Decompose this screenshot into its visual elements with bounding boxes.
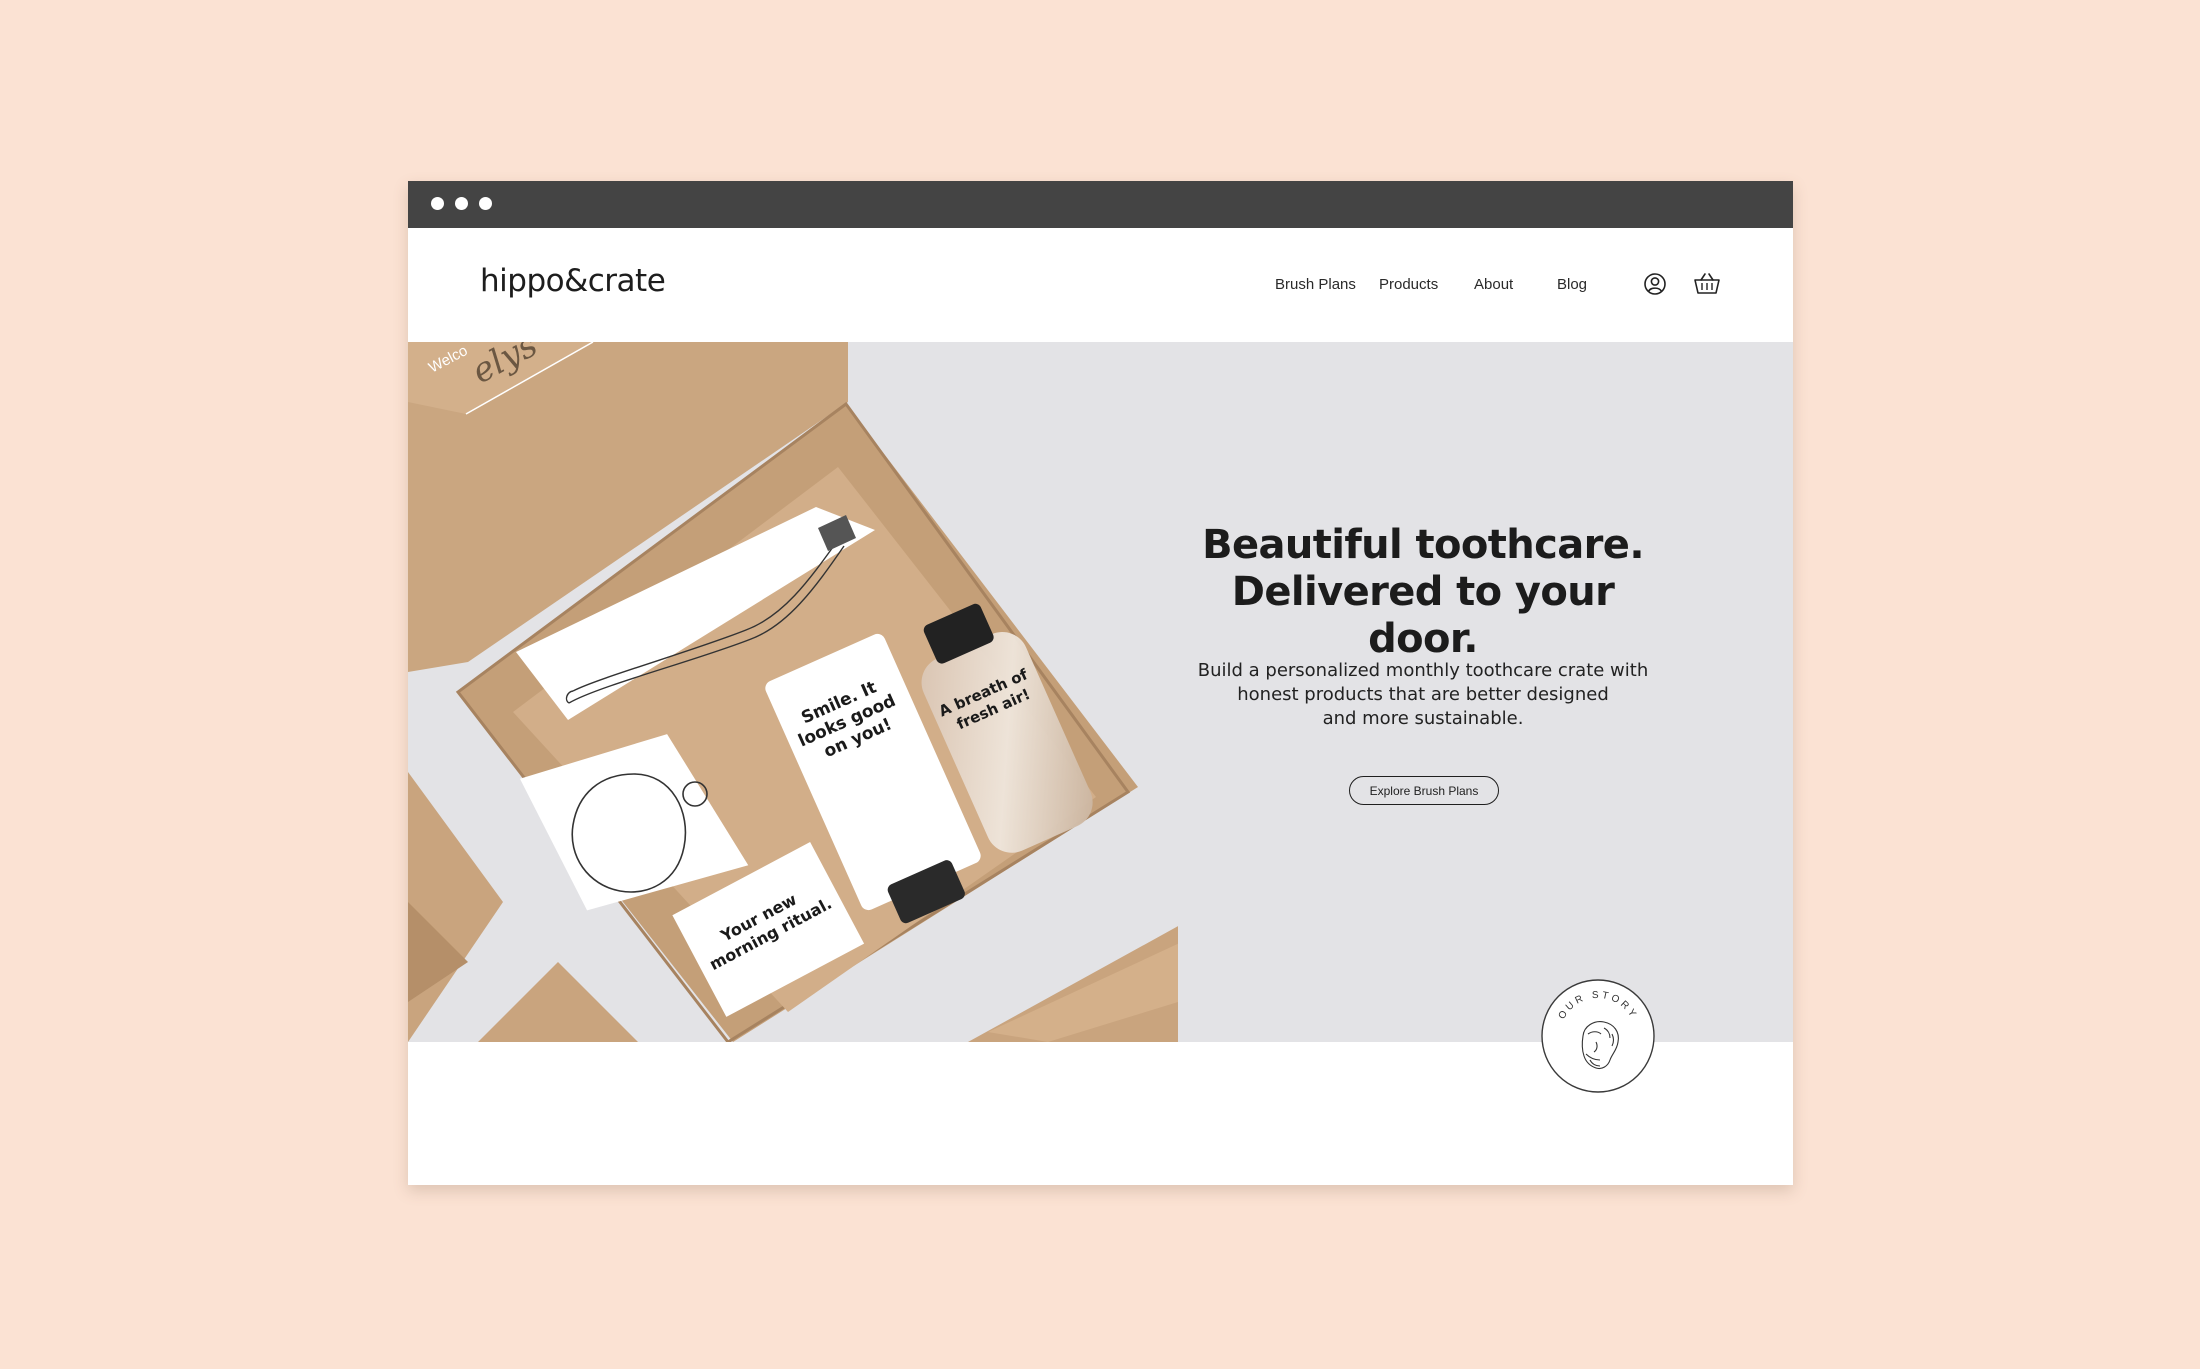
hero-section: Welco elys Smile. It looks good on you! …: [408, 342, 1793, 1042]
our-story-badge[interactable]: OUR STORY: [1538, 976, 1658, 1096]
hero-subtitle-line-1: Build a personalized monthly toothcare c…: [1197, 660, 1649, 681]
hero-title-line-2: Delivered to your door.: [1231, 569, 1615, 662]
hero-subtitle-line-2: honest products that are better designed: [1237, 684, 1609, 705]
hero-subtitle: Build a personalized monthly toothcare c…: [1178, 659, 1668, 731]
account-icon[interactable]: [1641, 270, 1669, 298]
hero-product-image: Welco elys Smile. It looks good on you! …: [408, 342, 1178, 1042]
explore-brush-plans-button[interactable]: Explore Brush Plans: [1349, 776, 1499, 805]
nav-brush-plans[interactable]: Brush Plans: [1275, 276, 1356, 293]
browser-title-bar: [408, 181, 1793, 228]
window-dot-close[interactable]: [431, 197, 444, 210]
hero-subtitle-line-3: and more sustainable.: [1322, 708, 1524, 729]
hero-title-line-1: Beautiful toothcare.: [1202, 522, 1644, 568]
hero-title: Beautiful toothcare. Delivered to your d…: [1178, 522, 1668, 663]
site-logo[interactable]: hippo&crate: [480, 263, 666, 299]
window-dot-maximize[interactable]: [479, 197, 492, 210]
nav-blog[interactable]: Blog: [1557, 276, 1587, 293]
browser-window: hippo&crate Brush Plans Products About B…: [408, 181, 1793, 1185]
site-header: hippo&crate Brush Plans Products About B…: [408, 228, 1793, 342]
basket-icon[interactable]: [1692, 270, 1722, 298]
nav-about[interactable]: About: [1474, 276, 1513, 293]
nav-products[interactable]: Products: [1379, 276, 1438, 293]
window-dot-minimize[interactable]: [455, 197, 468, 210]
